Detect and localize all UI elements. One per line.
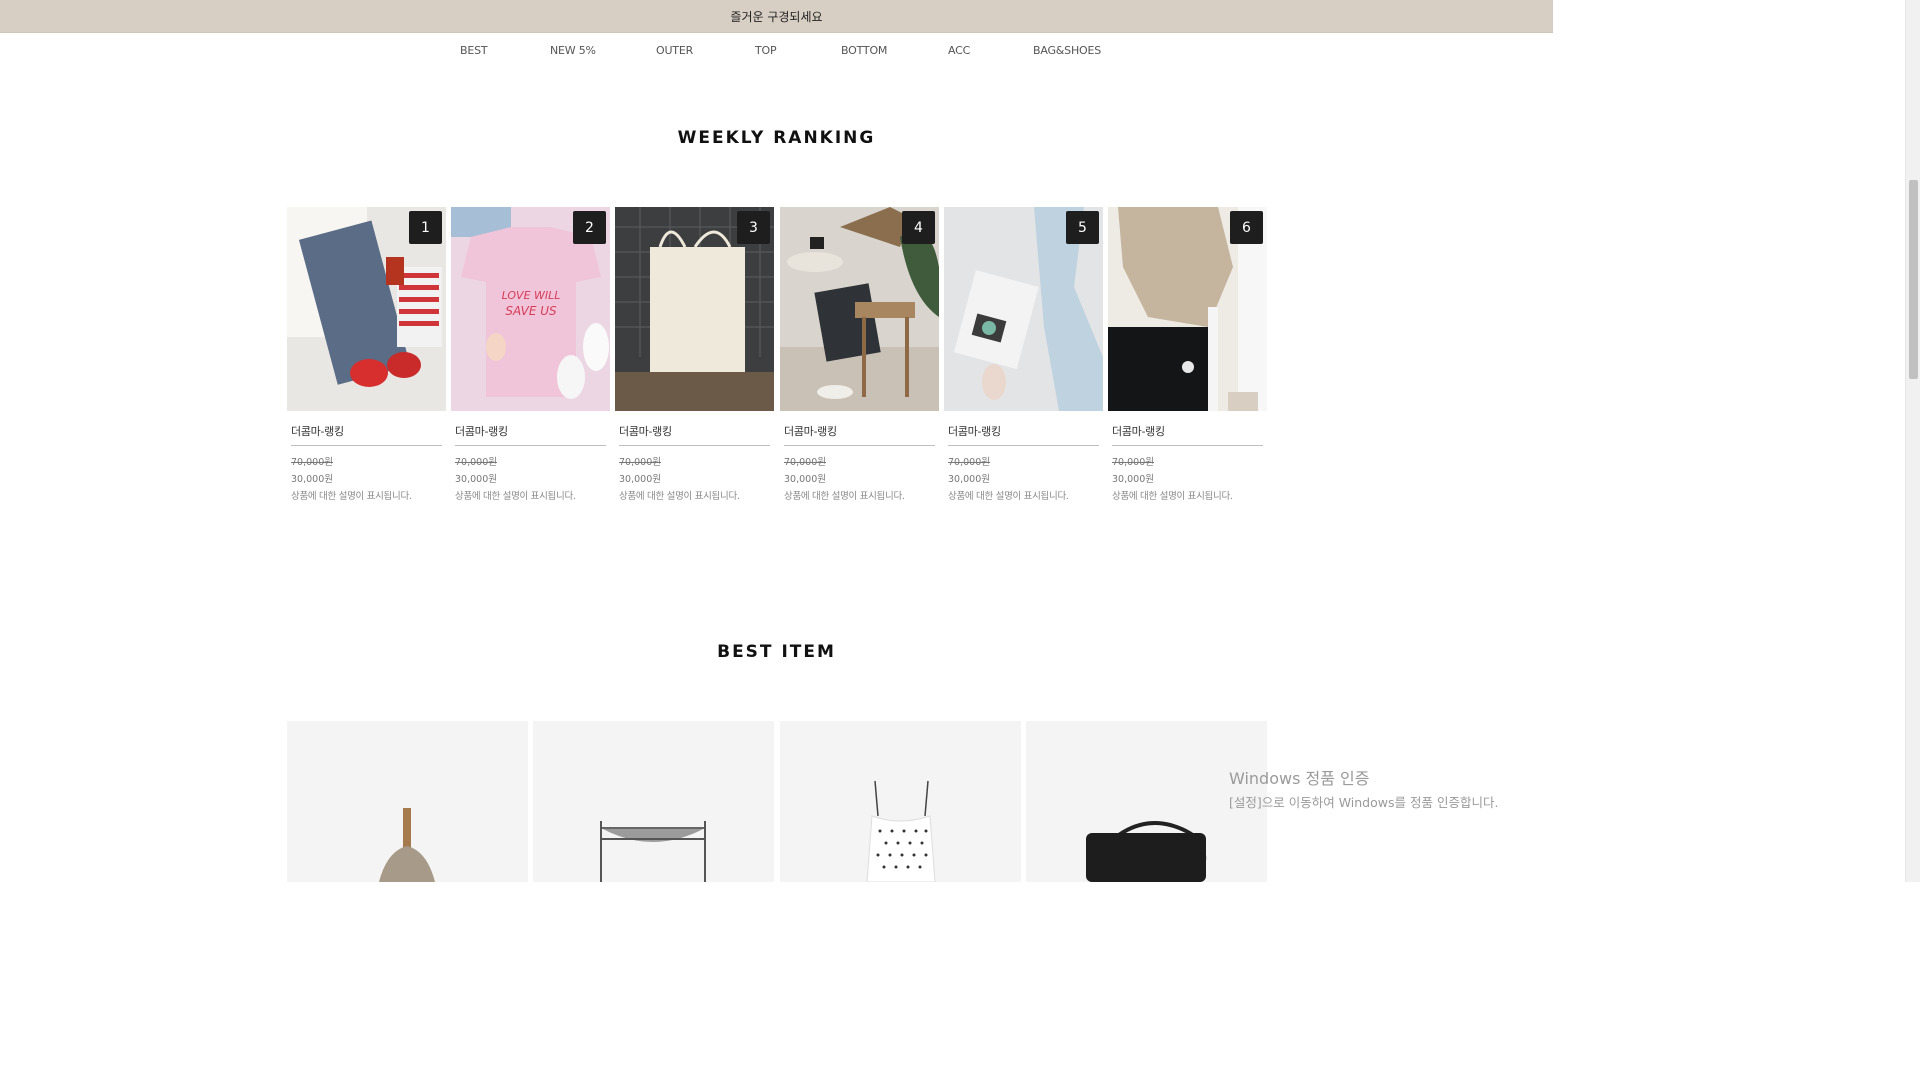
product-description: 상품에 대한 설명이 표시됩니다. — [784, 491, 905, 502]
original-price: 70,000원 — [455, 457, 497, 468]
original-price: 70,000원 — [291, 457, 333, 468]
ranking-card[interactable]: 1 더콤마-랭킹 70,000원 30,000원 상품에 대한 설명이 표시됩니… — [287, 207, 446, 502]
product-name[interactable]: 더콤마-랭킹 — [784, 423, 935, 446]
watermark-subtitle: [설정]으로 이동하여 Windows를 정품 인증합니다. — [1229, 795, 1499, 810]
product-image[interactable] — [287, 721, 528, 882]
sale-price: 30,000원 — [1112, 474, 1154, 485]
original-price: 70,000원 — [784, 457, 826, 468]
original-price: 70,000원 — [1112, 457, 1154, 468]
ranking-card[interactable]: 5 더콤마-랭킹 70,000원 30,000원 상품에 대한 설명이 표시됩니… — [944, 207, 1103, 502]
nav-item-new[interactable]: NEW 5% — [550, 44, 596, 57]
product-image[interactable]: 1 — [287, 207, 446, 411]
product-name[interactable]: 더콤마-랭킹 — [948, 423, 1099, 446]
rank-badge: 6 — [1230, 211, 1263, 244]
best-item-title: BEST ITEM — [717, 642, 836, 662]
windows-activation-watermark: Windows 정품 인증 [설정]으로 이동하여 Windows를 정품 인증… — [1229, 765, 1498, 811]
best-item-card[interactable] — [780, 721, 1021, 882]
rank-badge: 3 — [737, 211, 770, 244]
ranking-card[interactable]: 4 더콤마-랭킹 70,000원 30,000원 상품에 대한 설명이 표시됩니… — [780, 207, 939, 502]
product-image[interactable] — [533, 721, 774, 882]
nav-item-acc[interactable]: ACC — [948, 44, 970, 57]
original-price: 70,000원 — [948, 457, 990, 468]
rank-badge: 2 — [573, 211, 606, 244]
sale-price: 30,000원 — [455, 474, 497, 485]
main-nav: BEST NEW 5% OUTER TOP BOTTOM ACC BAG&SHO… — [0, 44, 1553, 62]
product-description: 상품에 대한 설명이 표시됩니다. — [948, 491, 1069, 502]
rank-badge: 4 — [902, 211, 935, 244]
best-item-card[interactable] — [287, 721, 528, 882]
scrollbar-thumb[interactable] — [1909, 180, 1918, 379]
nav-item-bag-shoes[interactable]: BAG&SHOES — [1033, 44, 1101, 57]
sale-price: 30,000원 — [784, 474, 826, 485]
product-name[interactable]: 더콤마-랭킹 — [1112, 423, 1263, 446]
sale-price: 30,000원 — [619, 474, 661, 485]
nav-item-bottom[interactable]: BOTTOM — [841, 44, 887, 57]
ranking-card[interactable]: LOVE WILL SAVE US 2 더콤마-랭킹 70,000원 30,00… — [451, 207, 610, 502]
weekly-ranking-list: 1 더콤마-랭킹 70,000원 30,000원 상품에 대한 설명이 표시됩니… — [287, 207, 1267, 502]
product-description: 상품에 대한 설명이 표시됩니다. — [1112, 491, 1233, 502]
product-image[interactable]: 6 — [1108, 207, 1267, 411]
product-image[interactable]: 4 — [780, 207, 939, 411]
product-image[interactable]: LOVE WILL SAVE US 2 — [451, 207, 610, 411]
announcement-text: 즐거운 구경되세요 — [730, 9, 823, 24]
announcement-bar: 즐거운 구경되세요 — [0, 0, 1553, 33]
product-image[interactable]: 3 — [615, 207, 774, 411]
product-description: 상품에 대한 설명이 표시됩니다. — [619, 491, 740, 502]
nav-item-outer[interactable]: OUTER — [656, 44, 693, 57]
watermark-title: Windows 정품 인증 — [1229, 769, 1370, 788]
product-image[interactable] — [780, 721, 1021, 882]
best-item-list — [287, 721, 1267, 882]
product-description: 상품에 대한 설명이 표시됩니다. — [291, 491, 412, 502]
nav-item-top[interactable]: TOP — [755, 44, 777, 57]
product-name[interactable]: 더콤마-랭킹 — [291, 423, 442, 446]
product-name[interactable]: 더콤마-랭킹 — [619, 423, 770, 446]
original-price: 70,000원 — [619, 457, 661, 468]
weekly-ranking-title: WEEKLY RANKING — [677, 128, 876, 148]
nav-item-best[interactable]: BEST — [460, 44, 488, 57]
sale-price: 30,000원 — [291, 474, 333, 485]
vertical-scrollbar[interactable] — [1905, 0, 1920, 882]
rank-badge: 5 — [1066, 211, 1099, 244]
rank-badge: 1 — [409, 211, 442, 244]
ranking-card[interactable]: 6 더콤마-랭킹 70,000원 30,000원 상품에 대한 설명이 표시됩니… — [1108, 207, 1267, 502]
svg-text:SAVE US: SAVE US — [505, 304, 557, 318]
product-image[interactable]: 5 — [944, 207, 1103, 411]
svg-text:LOVE WILL: LOVE WILL — [502, 289, 561, 302]
product-description: 상품에 대한 설명이 표시됩니다. — [455, 491, 576, 502]
sale-price: 30,000원 — [948, 474, 990, 485]
ranking-card[interactable]: 3 더콤마-랭킹 70,000원 30,000원 상품에 대한 설명이 표시됩니… — [615, 207, 774, 502]
best-item-card[interactable] — [533, 721, 774, 882]
product-name[interactable]: 더콤마-랭킹 — [455, 423, 606, 446]
